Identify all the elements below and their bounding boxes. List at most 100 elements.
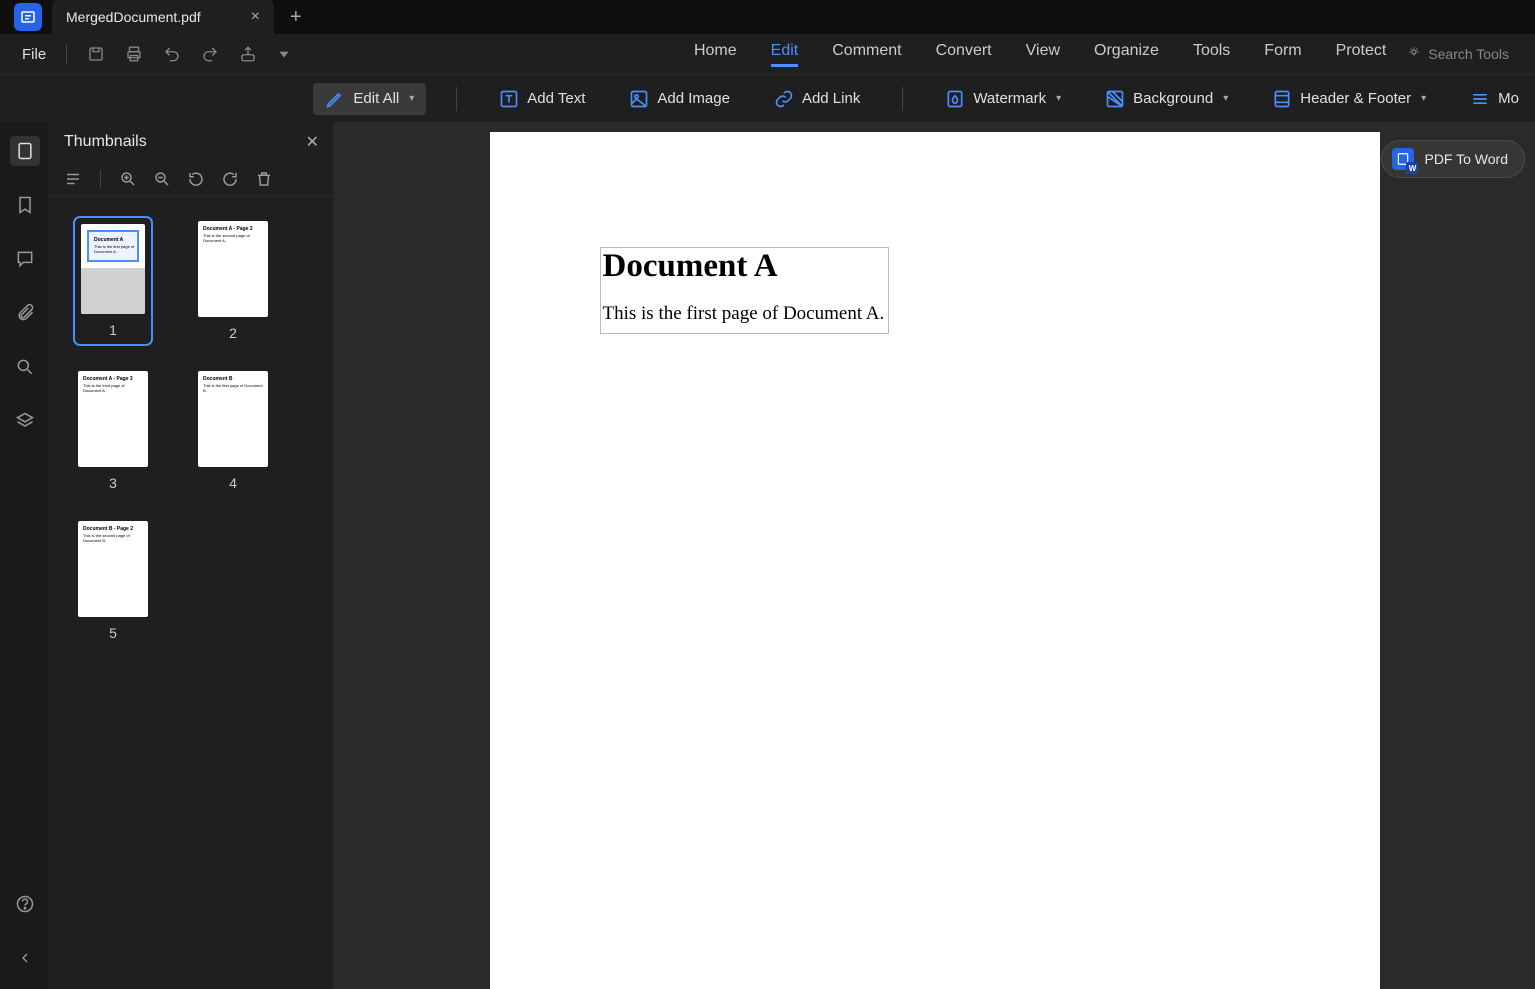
pdf-to-word-label: PDF To Word [1424,151,1508,167]
tab-organize[interactable]: Organize [1094,42,1159,67]
word-icon: W [1392,148,1414,170]
tab-title: MergedDocument.pdf [66,9,201,25]
header-footer-button[interactable]: Header & Footer ▾ [1260,83,1438,115]
watermark-icon [945,89,965,109]
background-label: Background [1133,90,1213,107]
tab-form[interactable]: Form [1264,42,1301,67]
rotate-left-icon[interactable] [187,170,205,188]
list-icon[interactable] [64,170,82,188]
more-button[interactable]: Mo [1458,83,1519,115]
tab-protect[interactable]: Protect [1336,42,1387,67]
document-viewport[interactable]: Document A This is the first page of Doc… [334,122,1535,989]
thumbnail-page-4[interactable]: Document BThis is the first page of Docu… [198,371,268,491]
dropdown-icon[interactable] [277,47,291,61]
thumbnails-toolbar [50,162,333,197]
chevron-down-icon: ▾ [1223,93,1228,104]
rotate-right-icon[interactable] [221,170,239,188]
tab-comment[interactable]: Comment [832,42,901,67]
redo-icon[interactable] [201,45,219,63]
search-tools[interactable]: Search Tools [1406,46,1523,62]
tab-convert[interactable]: Convert [936,42,992,67]
thumbnails-title: Thumbnails [64,133,147,151]
add-link-label: Add Link [802,90,860,107]
header-footer-label: Header & Footer [1300,90,1411,107]
add-image-label: Add Image [657,90,730,107]
tab-close-icon[interactable]: × [251,8,260,26]
text-edit-box[interactable]: Document A This is the first page of Doc… [600,247,890,334]
image-icon [629,89,649,109]
tab-tools[interactable]: Tools [1193,42,1230,67]
more-icon [1470,89,1490,109]
thumbnails-grid: Document AThis is the first page of Docu… [50,197,333,665]
thumbnail-number: 1 [109,322,117,338]
print-icon[interactable] [125,45,143,63]
thumbnails-close-icon[interactable]: ✕ [306,132,319,152]
pdf-to-word-button[interactable]: W PDF To Word [1381,140,1525,178]
header-footer-icon [1272,89,1292,109]
thumbnail-number: 4 [229,475,237,491]
watermark-label: Watermark [973,90,1046,107]
more-label: Mo [1498,90,1519,107]
divider [902,87,903,111]
search-tools-label: Search Tools [1428,46,1509,62]
text-icon [499,89,519,109]
collapse-rail-icon[interactable] [10,943,40,973]
edit-all-button[interactable]: Edit All ▾ [313,83,426,115]
save-icon[interactable] [87,45,105,63]
link-icon [774,89,794,109]
tab-edit[interactable]: Edit [771,42,799,67]
thumbnail-page-5[interactable]: Document B - Page 2This is the second pa… [78,521,148,641]
chevron-down-icon: ▾ [409,93,414,104]
page-body[interactable]: This is the first page of Document A. [603,303,885,325]
help-rail-icon[interactable] [10,889,40,919]
tab-home[interactable]: Home [694,42,737,67]
new-tab-button[interactable]: + [290,6,302,29]
thumbnail-page-3[interactable]: Document A - Page 3This is the third pag… [78,371,148,491]
divider [100,170,101,188]
background-button[interactable]: Background ▾ [1093,83,1240,115]
main-tabs: Home Edit Comment Convert View Organize … [694,42,1406,67]
thumbnail-preview: Document B - Page 2This is the second pa… [78,521,148,617]
thumbnails-rail-icon[interactable] [10,136,40,166]
background-icon [1105,89,1125,109]
main-area: Thumbnails ✕ Docum [0,122,1535,989]
thumbnail-number: 2 [229,325,237,341]
document-tab[interactable]: MergedDocument.pdf × [52,0,274,34]
thumbnail-preview: Document A - Page 2This is the second pa… [198,221,268,317]
add-text-button[interactable]: Add Text [487,83,597,115]
watermark-button[interactable]: Watermark ▾ [933,83,1073,115]
bookmark-rail-icon[interactable] [10,190,40,220]
file-menu[interactable]: File [12,46,56,63]
thumbnail-number: 5 [109,625,117,641]
thumbnail-preview: Document BThis is the first page of Docu… [198,371,268,467]
attachment-rail-icon[interactable] [10,298,40,328]
undo-icon[interactable] [163,45,181,63]
zoom-out-icon[interactable] [153,170,171,188]
page-1: Document A This is the first page of Doc… [490,132,1380,989]
comment-rail-icon[interactable] [10,244,40,274]
chevron-down-icon: ▾ [1421,93,1426,104]
thumbnail-page-1[interactable]: Document AThis is the first page of Docu… [78,221,148,341]
thumbnail-preview: Document A - Page 3This is the third pag… [78,371,148,467]
edit-all-label: Edit All [353,90,399,107]
add-link-button[interactable]: Add Link [762,83,872,115]
divider [66,44,67,64]
app-logo [14,3,42,31]
delete-icon[interactable] [255,170,273,188]
tab-view[interactable]: View [1026,42,1060,67]
thumbnails-panel: Thumbnails ✕ Docum [50,122,334,989]
share-icon[interactable] [239,45,257,63]
thumbnail-page-2[interactable]: Document A - Page 2This is the second pa… [198,221,268,341]
layers-rail-icon[interactable] [10,406,40,436]
zoom-in-icon[interactable] [119,170,137,188]
thumbnail-preview: Document AThis is the first page of Docu… [81,224,145,314]
page-heading[interactable]: Document A [603,248,885,285]
left-rail [0,122,50,989]
thumbnail-number: 3 [109,475,117,491]
titlebar: MergedDocument.pdf × + [0,0,1535,34]
edit-toolbar: Edit All ▾ Add Text Add Image Add Link W… [0,74,1535,122]
search-rail-icon[interactable] [10,352,40,382]
chevron-down-icon: ▾ [1056,93,1061,104]
add-image-button[interactable]: Add Image [617,83,742,115]
add-text-label: Add Text [527,90,585,107]
